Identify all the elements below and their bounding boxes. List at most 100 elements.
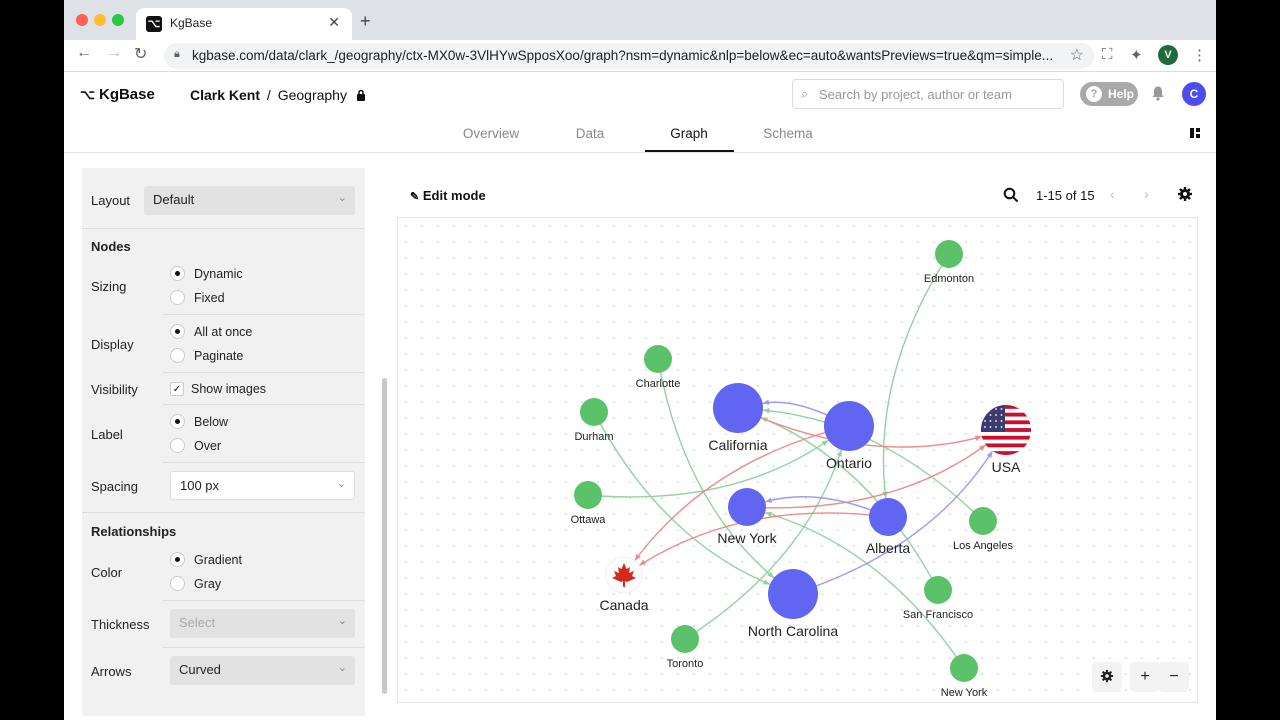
graph-node-alberta[interactable]: Alberta [866, 498, 911, 556]
graph-node-durham[interactable]: Durham [574, 398, 614, 443]
edge-arrowhead [979, 444, 986, 451]
browser-profile-avatar[interactable]: V [1158, 45, 1178, 65]
edit-mode-button[interactable]: ✎ Edit mode [410, 188, 486, 203]
global-search[interactable]: ⌕ [792, 79, 1064, 109]
visibility-label: Visibility [91, 382, 138, 397]
graph-node-sanfrancisco[interactable]: San Francisco [903, 576, 973, 621]
browser-tab[interactable]: ⌥ KgBase ✕ [136, 8, 352, 40]
forward-arrow-icon[interactable]: → [106, 44, 122, 62]
zoom-in-button[interactable]: + [1130, 662, 1160, 692]
breadcrumb-project[interactable]: Geography [278, 87, 347, 103]
back-arrow-icon[interactable]: ← [76, 44, 92, 62]
tab-overview[interactable]: Overview [441, 126, 541, 141]
graph-node-label: Los Angeles [953, 540, 1013, 552]
graph-node-label: USA [992, 459, 1021, 475]
arrows-select-value: Curved [179, 662, 221, 677]
breadcrumb-separator: / [266, 87, 271, 103]
url-text: kgbase.com/data/clark_/geography/ctx-MX0… [192, 48, 1054, 63]
graph-node-newyorkcity[interactable]: New York [941, 654, 988, 699]
sizing-fixed-label: Fixed [194, 291, 225, 305]
kgbase-logo-icon: ⌥ [80, 87, 95, 102]
bookmark-star-icon[interactable]: ☆ [1070, 45, 1084, 65]
layout-select[interactable]: Default ⌄ [144, 186, 355, 215]
notifications-bell-icon[interactable] [1150, 85, 1166, 101]
layout-select-value: Default [153, 192, 195, 207]
graph-node-label: Ottawa [571, 514, 607, 526]
graph-options-gear-button[interactable] [1092, 662, 1122, 692]
reload-icon[interactable]: ↻ [134, 44, 147, 64]
arrows-select[interactable]: Curved ⌄ [170, 656, 355, 685]
address-bar[interactable]: 🔒︎ kgbase.com/data/clark_/geography/ctx-… [164, 43, 1094, 69]
display-all-radio[interactable] [170, 324, 185, 339]
color-gradient-label: Gradient [194, 553, 242, 567]
graph-node-toronto[interactable]: Toronto [667, 625, 704, 670]
maximize-window-button[interactable] [112, 14, 124, 26]
browser-tab-title: KgBase [170, 16, 213, 30]
help-label: Help [1108, 87, 1135, 101]
graph-node-label: North Carolina [748, 623, 838, 639]
extensions-puzzle-icon[interactable]: ✦ [1130, 46, 1143, 64]
graph-node-edmonton[interactable]: Edmonton [924, 240, 974, 285]
kgbase-logo[interactable]: ⌥ KgBase [80, 86, 155, 103]
spacing-select[interactable]: 100 px ⌄ [170, 471, 355, 500]
label-over-radio[interactable] [170, 438, 185, 453]
zoom-out-button[interactable]: − [1159, 662, 1189, 692]
browser-window: ⌥ KgBase ✕ + ← → ↻ 🔒︎ kgbase.com/data/cl… [64, 0, 1216, 720]
active-tab-indicator [645, 150, 734, 152]
browser-toolbar: ← → ↻ 🔒︎ kgbase.com/data/clark_/geograph… [64, 40, 1216, 72]
show-images-checkbox[interactable]: ✓ [170, 382, 184, 396]
graph-search-icon[interactable] [1003, 187, 1019, 203]
tab-data[interactable]: Data [540, 126, 640, 141]
help-button[interactable]: ? Help [1080, 82, 1138, 106]
graph-node-usa[interactable]: USA [981, 405, 1031, 475]
sizing-fixed-radio[interactable] [170, 290, 185, 305]
graph-node-ontario[interactable]: Ontario [824, 401, 874, 471]
pagination-text: 1-15 of 15 [1036, 188, 1095, 203]
breadcrumb-owner[interactable]: Clark Kent [190, 87, 260, 103]
graph-node-losangeles[interactable]: Los Angeles [953, 507, 1013, 552]
graph-edge[interactable] [882, 253, 950, 499]
edge-arrowhead [986, 451, 993, 458]
panel-scrollbar[interactable] [382, 378, 387, 694]
graph-node-ottawa[interactable]: Ottawa [571, 481, 607, 526]
graph-node-canada[interactable]: Canada [599, 556, 649, 613]
graph-settings-gear-icon[interactable] [1177, 186, 1193, 202]
new-tab-button[interactable]: + [360, 11, 371, 32]
layout-grid-icon[interactable] [1190, 128, 1200, 138]
arrows-label: Arrows [91, 664, 132, 679]
color-gray-radio[interactable] [170, 576, 185, 591]
sizing-dynamic-radio[interactable] [170, 266, 185, 281]
thickness-select[interactable]: Select ⌄ [170, 609, 355, 638]
next-page-icon[interactable]: › [1144, 186, 1149, 202]
display-paginate-radio[interactable] [170, 348, 185, 363]
label-below-radio[interactable] [170, 414, 185, 429]
graph-node-label: Toronto [667, 658, 704, 670]
lock-icon [356, 89, 365, 101]
graph-node-label: Edmonton [924, 273, 974, 285]
user-avatar[interactable]: C [1182, 82, 1206, 106]
graph-node-charlotte[interactable]: Charlotte [636, 345, 681, 390]
minimize-window-button[interactable] [94, 14, 106, 26]
display-all-label: All at once [194, 325, 253, 339]
browser-menu-icon[interactable]: ⋮ [1192, 46, 1207, 64]
graph-node-label: California [708, 437, 767, 453]
divider [163, 314, 365, 315]
graph-node-california[interactable]: California [708, 383, 768, 453]
screen-capture-icon[interactable]: ⛶ [1102, 46, 1113, 63]
sizing-dynamic-label: Dynamic [194, 267, 243, 281]
close-tab-icon[interactable]: ✕ [328, 14, 340, 31]
search-input[interactable] [819, 85, 1059, 103]
display-paginate-label: Paginate [194, 349, 244, 363]
graph-canvas[interactable]: Edmonton Charlotte Durham Ottawa Toronto Los … [397, 217, 1198, 703]
previous-page-icon[interactable]: ‹ [1110, 186, 1115, 202]
spacing-select-value: 100 px [180, 478, 220, 493]
divider [82, 228, 365, 229]
graph-node-northcarolina[interactable]: North Carolina [748, 569, 838, 639]
project-tabs: Overview Data Graph Schema [64, 116, 1216, 153]
tab-graph[interactable]: Graph [639, 126, 739, 141]
pencil-icon: ✎ [410, 191, 420, 203]
tab-schema[interactable]: Schema [738, 126, 838, 141]
close-window-button[interactable] [76, 14, 88, 26]
divider [163, 647, 365, 648]
color-gradient-radio[interactable] [170, 552, 185, 567]
